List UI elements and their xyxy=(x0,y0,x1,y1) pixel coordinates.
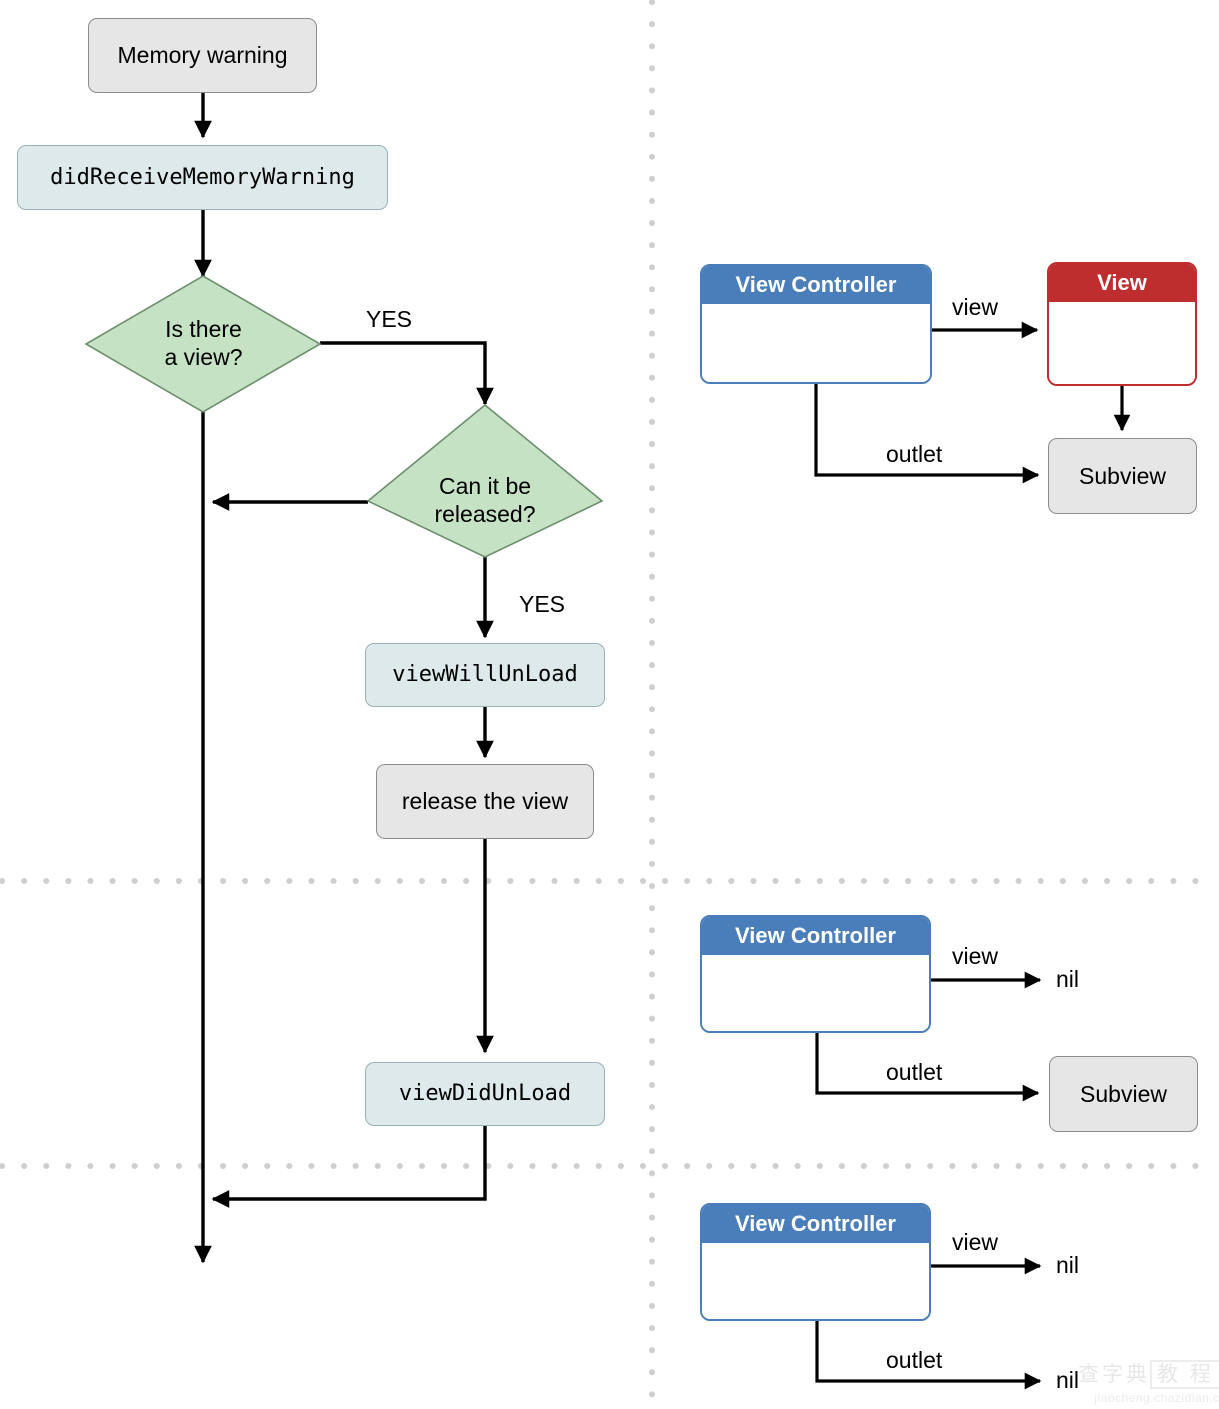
node-release-the-view[interactable]: release the view xyxy=(376,764,594,839)
node-view-will-unload[interactable]: viewWillUnLoad xyxy=(365,643,605,707)
panel-middle-view-edge-label: view xyxy=(952,943,999,969)
diagram-canvas: Memory warning didReceiveMemoryWarning I… xyxy=(0,0,1219,1409)
node-did-receive-memory-warning[interactable]: didReceiveMemoryWarning xyxy=(17,145,388,210)
panel-top-view[interactable]: View xyxy=(1047,262,1197,386)
edge-label-yes-first: YES xyxy=(366,306,413,332)
node-release-the-view-label: release the view xyxy=(401,787,569,814)
node-did-receive-memory-warning-label: didReceiveMemoryWarning xyxy=(50,164,355,190)
panel-middle-view-nil: nil xyxy=(1056,966,1080,992)
dotted-separators xyxy=(0,0,1219,1409)
node-memory-warning[interactable]: Memory warning xyxy=(88,18,317,93)
panel-bottom-view-edge-label: view xyxy=(952,1229,999,1255)
diamond-can-it-be-released xyxy=(366,403,604,558)
panel-bottom-view-nil: nil xyxy=(1056,1252,1080,1278)
panel-bottom-view-controller[interactable]: View Controller xyxy=(700,1203,931,1321)
node-view-will-unload-label: viewWillUnLoad xyxy=(392,662,578,688)
panel-top-view-controller-title: View Controller xyxy=(702,266,930,304)
panel-middle-view-controller-title: View Controller xyxy=(702,917,929,955)
panel-top-outlet-edge-label: outlet xyxy=(886,441,943,467)
panel-top-view-body xyxy=(1049,302,1195,384)
panel-top-view-controller[interactable]: View Controller xyxy=(700,264,932,384)
node-memory-warning-label: Memory warning xyxy=(117,41,288,68)
decision-diamonds xyxy=(84,275,604,558)
panel-top-subview-label: Subview xyxy=(1079,462,1166,489)
node-view-did-unload[interactable]: viewDidUnLoad xyxy=(365,1062,605,1126)
panel-bottom-outlet-edge-label: outlet xyxy=(886,1347,943,1373)
panel-bottom-view-controller-body xyxy=(702,1243,929,1319)
panel-bottom-outlet-nil: nil xyxy=(1056,1367,1080,1393)
panel-top-view-title: View xyxy=(1049,264,1195,302)
panel-top-view-edge-label: view xyxy=(952,294,999,320)
edge-label-yes-second: YES xyxy=(519,591,566,617)
panel-middle-view-controller[interactable]: View Controller xyxy=(700,915,931,1033)
connector-layer xyxy=(0,0,1219,1409)
panel-middle-subview[interactable]: Subview xyxy=(1049,1056,1198,1132)
panel-middle-subview-label: Subview xyxy=(1080,1080,1167,1107)
panel-middle-view-controller-body xyxy=(702,955,929,1031)
panel-bottom-view-controller-title: View Controller xyxy=(702,1205,929,1243)
diamond-is-there-a-view xyxy=(84,275,322,413)
panel-top-subview[interactable]: Subview xyxy=(1048,438,1197,514)
node-view-did-unload-label: viewDidUnLoad xyxy=(398,1081,572,1107)
panel-middle-outlet-edge-label: outlet xyxy=(886,1059,943,1085)
panel-top-view-controller-body xyxy=(702,304,930,382)
